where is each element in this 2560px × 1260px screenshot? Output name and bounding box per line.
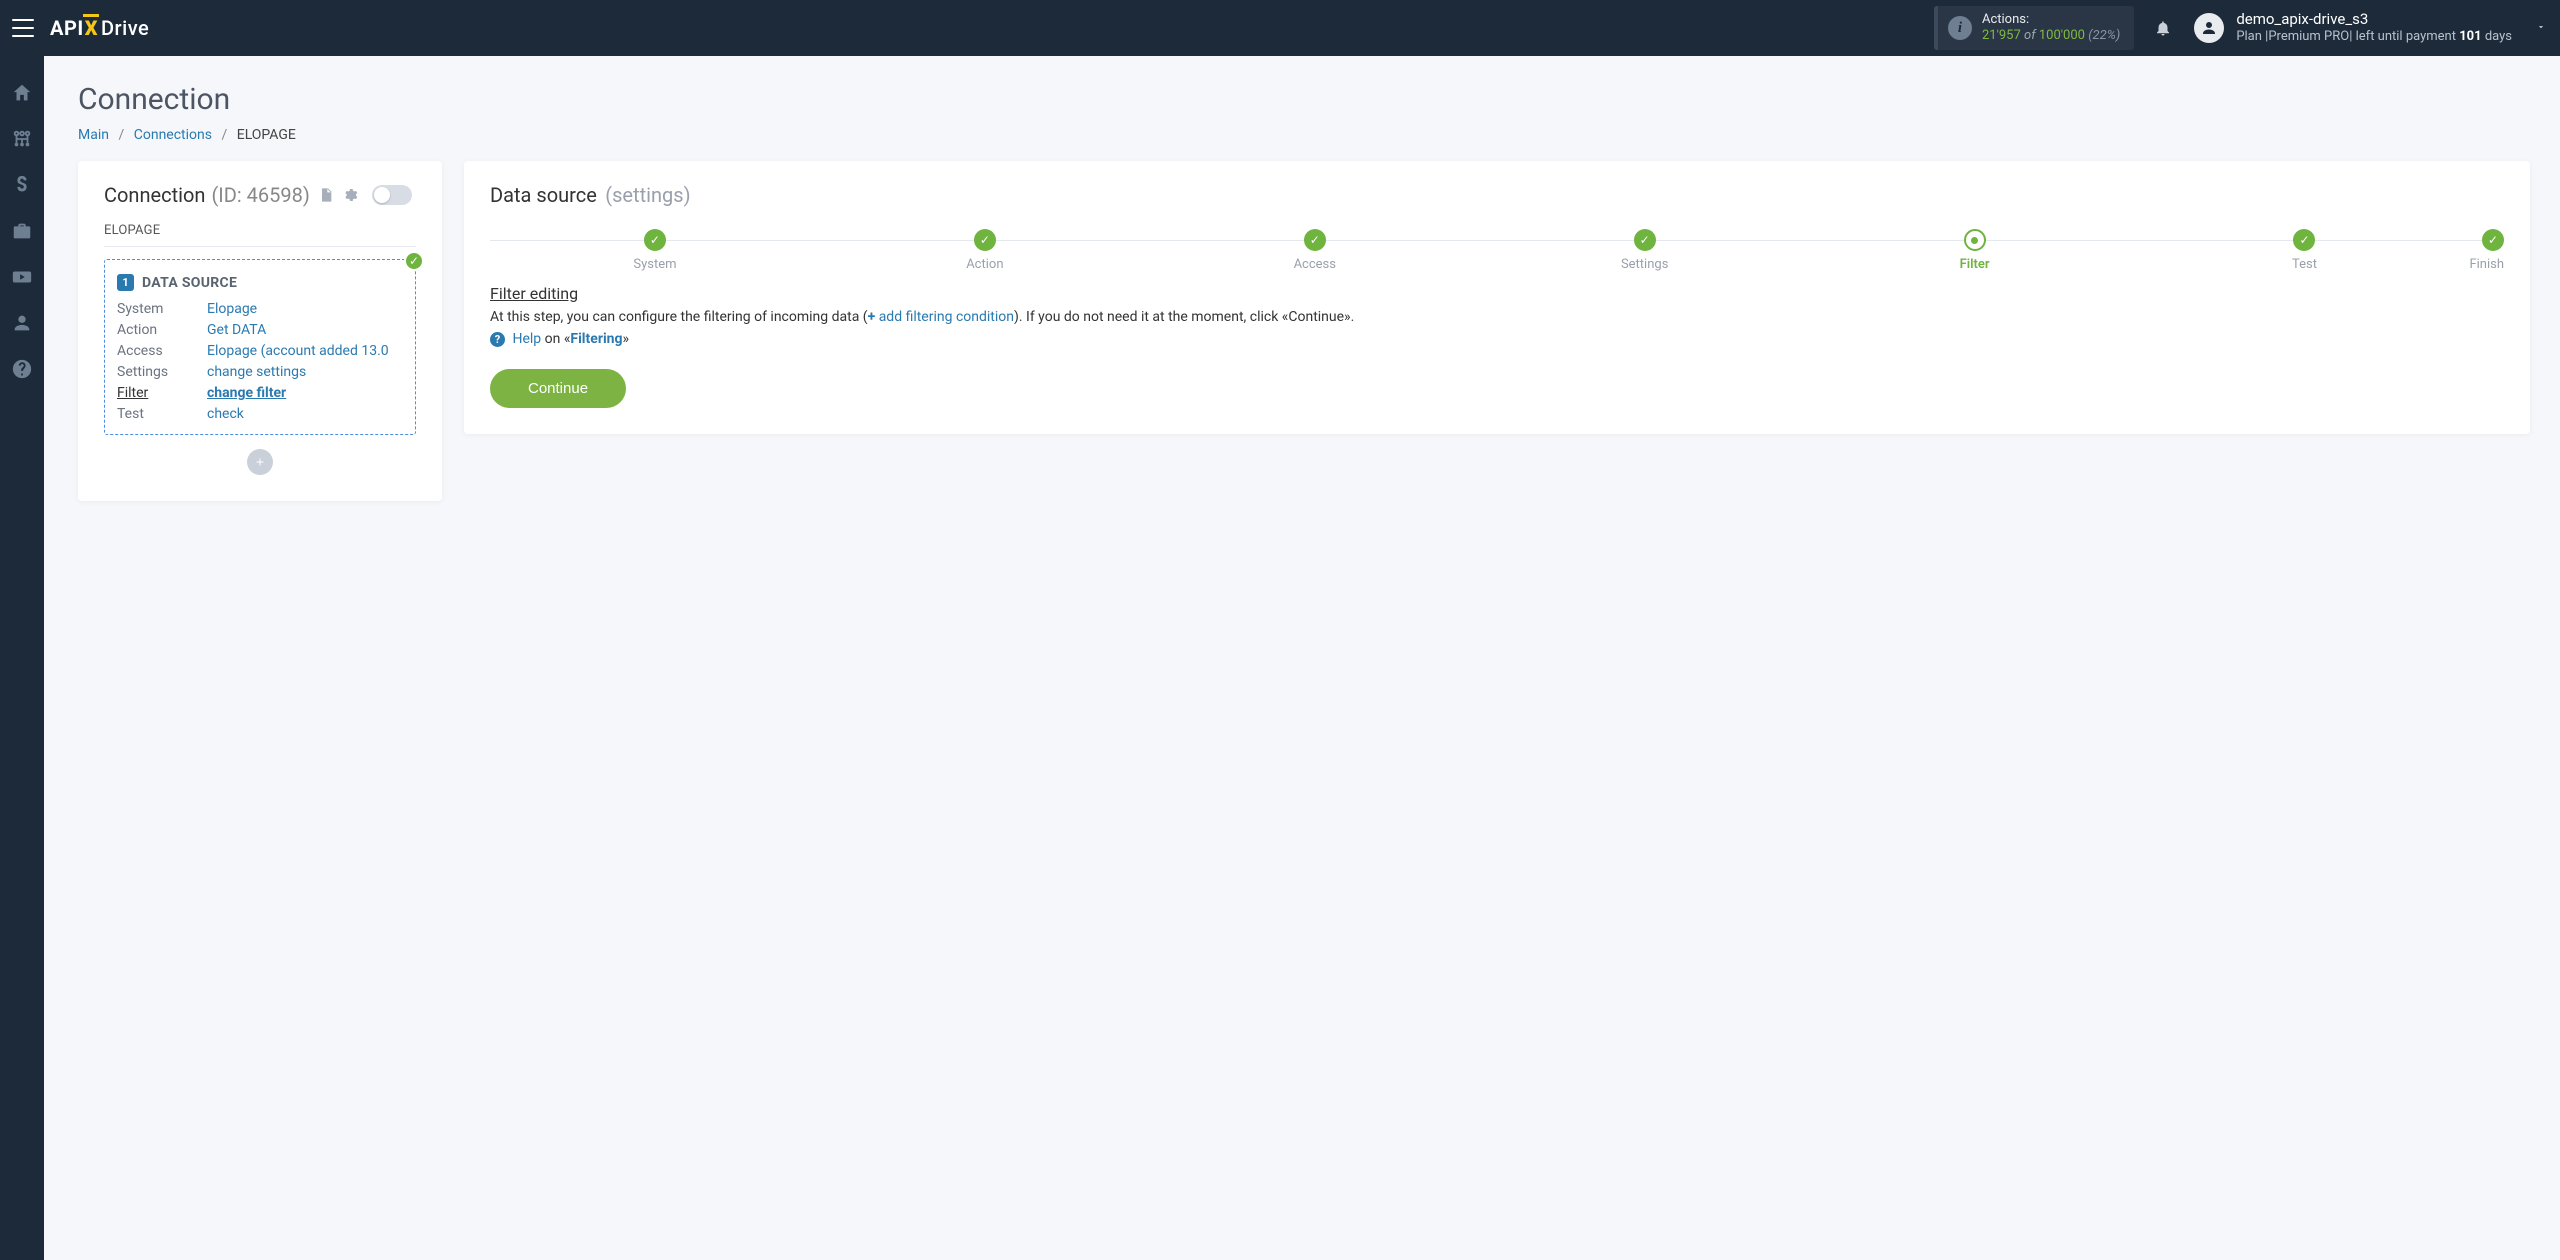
continue-button[interactable]: Continue	[490, 369, 626, 408]
add-destination-button[interactable]	[247, 449, 273, 475]
ds-row-val-system[interactable]: Elopage	[207, 301, 403, 317]
connection-sub: ELOPAGE	[104, 223, 416, 238]
ds-row-val-settings[interactable]: change settings	[207, 364, 403, 380]
logo-x: X	[85, 16, 98, 40]
info-icon: i	[1948, 16, 1972, 40]
ds-row-key-access: Access	[117, 343, 197, 359]
breadcrumb-main[interactable]: Main	[78, 127, 109, 143]
logo[interactable]: API X Drive	[50, 16, 149, 40]
ds-number: 1	[117, 274, 134, 291]
ds-row-key-filter: Filter	[117, 385, 197, 401]
ds-row-key-settings: Settings	[117, 364, 197, 380]
sidebar	[0, 56, 44, 1260]
add-filtering-condition[interactable]: + add filtering condition	[868, 309, 1014, 325]
filter-editing-title: Filter editing	[490, 284, 2504, 303]
sidebar-item-video[interactable]	[11, 266, 33, 288]
sidebar-item-connections[interactable]	[11, 128, 33, 150]
logo-drive: Drive	[101, 16, 149, 40]
step-test[interactable]: ✓ Test	[2140, 229, 2470, 272]
step-settings[interactable]: ✓ Settings	[1480, 229, 1810, 272]
gear-icon[interactable]	[342, 187, 358, 203]
actions-counter[interactable]: i Actions: 21'957 of 100'000 (22%)	[1934, 6, 2134, 51]
sidebar-item-home[interactable]	[11, 82, 33, 104]
actions-label: Actions:	[1982, 12, 2120, 28]
ds-row-key-test: Test	[117, 406, 197, 422]
breadcrumb-connections[interactable]: Connections	[134, 127, 212, 143]
connection-title: Connection	[104, 183, 205, 207]
step-filter[interactable]: Filter	[1810, 229, 2140, 272]
breadcrumb-current: ELOPAGE	[237, 127, 296, 143]
actions-numbers: 21'957 of 100'000 (22%)	[1982, 28, 2120, 44]
step-action[interactable]: ✓ Action	[820, 229, 1150, 272]
data-source-box: ✓ 1 DATA SOURCE System Elopage Action Ge…	[104, 259, 416, 435]
ds-row-val-access[interactable]: Elopage (account added 13.0	[207, 343, 403, 359]
ds-row-key-system: System	[117, 301, 197, 317]
ds-row-val-action[interactable]: Get DATA	[207, 322, 403, 338]
help-icon: ?	[490, 332, 505, 347]
chevron-down-icon	[2534, 20, 2548, 36]
sidebar-item-account[interactable]	[11, 312, 33, 334]
sidebar-item-briefcase[interactable]	[11, 220, 33, 242]
ds-row-val-filter[interactable]: change filter	[207, 385, 403, 401]
help-link[interactable]: Help	[512, 331, 544, 347]
logo-api: API	[50, 16, 84, 40]
breadcrumb: Main / Connections / ELOPAGE	[78, 127, 2530, 143]
menu-toggle[interactable]	[12, 19, 34, 37]
right-title: Data source	[490, 183, 597, 207]
ds-title: DATA SOURCE	[142, 275, 237, 291]
document-icon[interactable]	[318, 187, 334, 203]
help-topic[interactable]: Filtering	[570, 331, 622, 347]
ds-row-val-test[interactable]: check	[207, 406, 403, 422]
connection-toggle[interactable]	[372, 185, 412, 205]
step-access[interactable]: ✓ Access	[1150, 229, 1480, 272]
step-system[interactable]: ✓ System	[490, 229, 820, 272]
notifications-icon[interactable]	[2154, 18, 2172, 38]
user-name: demo_apix-drive_s3	[2236, 10, 2512, 30]
user-plan: Plan |Premium PRO| left until payment 10…	[2236, 29, 2512, 46]
data-source-settings-card: Data source (settings) ✓ System ✓ Action…	[464, 161, 2530, 434]
help-line: ? Help on «Filtering»	[490, 331, 2504, 347]
connection-card: Connection (ID: 46598) ELOPAGE ✓ 1 DATA …	[78, 161, 442, 501]
filter-editing-desc: At this step, you can configure the filt…	[490, 309, 2504, 325]
sidebar-item-billing[interactable]	[11, 174, 33, 196]
check-icon: ✓	[404, 251, 424, 271]
connection-id: (ID: 46598)	[211, 183, 309, 207]
page-title: Connection	[78, 82, 2530, 117]
step-finish[interactable]: ✓ Finish	[2469, 229, 2504, 272]
avatar-icon	[2194, 13, 2224, 43]
stepper: ✓ System ✓ Action ✓ Access ✓ Settings	[490, 229, 2504, 272]
sidebar-item-help[interactable]	[11, 358, 33, 380]
ds-row-key-action: Action	[117, 322, 197, 338]
right-title-sub: (settings)	[600, 183, 690, 207]
user-menu[interactable]: demo_apix-drive_s3 Plan |Premium PRO| le…	[2194, 10, 2548, 46]
